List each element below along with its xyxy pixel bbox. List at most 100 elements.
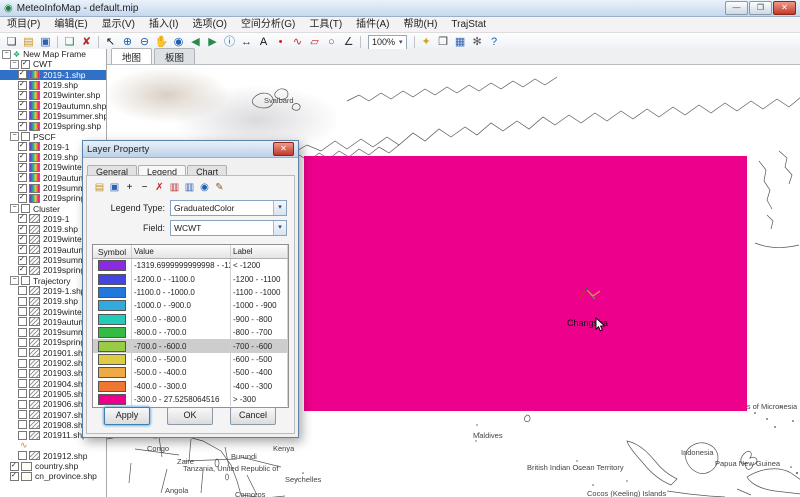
tree-row-country-shp[interactable]: country.shp <box>0 461 106 471</box>
tree-row-cwt[interactable]: −CWT <box>0 59 106 69</box>
layer-checkbox[interactable] <box>18 369 27 378</box>
add-break-icon[interactable]: + <box>122 182 137 193</box>
settings-icon[interactable]: ✻ <box>469 34 486 50</box>
grid-labels-icon[interactable]: ▦ <box>452 34 469 50</box>
layer-checkbox[interactable] <box>10 462 19 471</box>
layer-checkbox[interactable] <box>18 431 27 440</box>
layer-checkbox[interactable] <box>18 317 27 326</box>
cancel-button[interactable]: Cancel <box>230 407 276 425</box>
help-icon[interactable]: ? <box>486 34 503 50</box>
draw-polygon-icon[interactable]: ▱ <box>306 34 323 50</box>
layer-checkbox[interactable] <box>18 111 27 120</box>
minimize-button[interactable]: — <box>725 1 748 15</box>
layer-checkbox[interactable] <box>18 307 27 316</box>
export-palette-icon[interactable]: ▥ <box>182 182 197 193</box>
menu-tools[interactable]: 工具(T) <box>302 17 349 32</box>
save-legend-icon[interactable]: ▣ <box>107 182 122 193</box>
layer-checkbox[interactable] <box>18 245 27 254</box>
tree-row-2019-1-shp[interactable]: 2019-1.shp <box>0 70 106 80</box>
ok-button[interactable]: OK <box>167 407 213 425</box>
layer-checkbox[interactable] <box>18 266 27 275</box>
layer-checkbox[interactable] <box>18 348 27 357</box>
save-project-icon[interactable]: ▣ <box>37 34 54 50</box>
layer-checkbox[interactable] <box>18 400 27 409</box>
identify-icon[interactable]: ⓘ <box>221 34 238 50</box>
dialog-close-button[interactable]: ✕ <box>273 142 294 156</box>
edit-color-icon[interactable]: ✎ <box>212 182 227 193</box>
legend-break-row[interactable]: -300.0 - 27.5258064516> -300 <box>93 393 288 406</box>
menu-insert[interactable]: 插入(I) <box>142 17 185 32</box>
layer-checkbox[interactable] <box>18 163 27 172</box>
measure-angle-icon[interactable]: ∠ <box>340 34 357 50</box>
menu-view[interactable]: 显示(V) <box>95 17 142 32</box>
menu-plugins[interactable]: 插件(A) <box>349 17 396 32</box>
open-legend-icon[interactable]: ▤ <box>92 182 107 193</box>
layer-checkbox[interactable] <box>21 276 30 285</box>
open-project-icon[interactable]: ▤ <box>20 34 37 50</box>
label-text-icon[interactable]: A <box>255 34 272 50</box>
import-palette-icon[interactable]: ▥ <box>167 182 182 193</box>
legend-break-row[interactable]: -800.0 - -700.0-800 - -700 <box>93 326 288 339</box>
layer-checkbox[interactable] <box>18 184 27 193</box>
layer-checkbox[interactable] <box>18 338 27 347</box>
layer-checkbox[interactable] <box>18 420 27 429</box>
delete-break-icon[interactable]: ✗ <box>152 182 167 193</box>
layer-checkbox[interactable] <box>18 410 27 419</box>
tab-map[interactable]: 地图 <box>111 48 152 64</box>
layer-checkbox[interactable] <box>18 101 27 110</box>
layer-checkbox[interactable] <box>18 81 27 90</box>
tab-layout[interactable]: 板图 <box>154 48 195 64</box>
layer-checkbox[interactable] <box>18 122 27 131</box>
menu-spatial-analysis[interactable]: 空间分析(G) <box>234 17 302 32</box>
layer-checkbox[interactable] <box>21 60 30 69</box>
maximize-button[interactable]: ❐ <box>749 1 772 15</box>
legend-break-row[interactable]: -1200.0 - -1100.0-1200 - -1100 <box>93 272 288 285</box>
tree-row-2019-shp[interactable]: 2019.shp <box>0 80 106 90</box>
legend-break-row[interactable]: -1319.6999999999998 - -1200.0< -1200 <box>93 259 288 272</box>
layer-checkbox[interactable] <box>21 132 30 141</box>
draw-polyline-icon[interactable]: ∿ <box>289 34 306 50</box>
legend-break-row[interactable]: -1000.0 - -900.0-1000 - -900 <box>93 299 288 312</box>
menu-project[interactable]: 项目(P) <box>0 17 47 32</box>
legend-col-header-value[interactable]: Value <box>132 245 231 258</box>
draw-point-icon[interactable]: • <box>272 34 289 50</box>
zoom-level-select[interactable]: 100%▾ <box>368 35 407 50</box>
close-button[interactable]: ✕ <box>773 1 796 15</box>
tree-row-new-map-frame[interactable]: −❖New Map Frame <box>0 49 106 59</box>
measure-icon[interactable]: ↔ <box>238 34 255 50</box>
tree-row-2019summer-shp[interactable]: 2019summer.shp <box>0 111 106 121</box>
legend-type-select[interactable]: GraduatedColor <box>170 200 287 216</box>
zoom-next-icon[interactable]: ▶ <box>204 34 221 50</box>
layer-checkbox[interactable] <box>18 256 27 265</box>
layer-checkbox[interactable] <box>18 70 27 79</box>
map-layout-icon[interactable]: ❐ <box>435 34 452 50</box>
layer-checkbox[interactable] <box>18 194 27 203</box>
layer-checkbox[interactable] <box>18 328 27 337</box>
layer-checkbox[interactable] <box>18 379 27 388</box>
tree-symbol-row[interactable]: ∿ <box>0 440 106 450</box>
layer-checkbox[interactable] <box>18 91 27 100</box>
remove-layer-icon[interactable]: ✘ <box>78 34 95 50</box>
layer-checkbox[interactable] <box>18 153 27 162</box>
tree-row-2019autumn-shp[interactable]: 2019autumn.shp <box>0 100 106 110</box>
legend-col-header-symbol[interactable]: Symbol <box>93 245 132 258</box>
field-select[interactable]: WCWT <box>170 220 287 236</box>
layer-checkbox[interactable] <box>18 235 27 244</box>
legend-break-row[interactable]: -500.0 - -400.0-500 - -400 <box>93 366 288 379</box>
add-layer-icon[interactable]: ❑ <box>61 34 78 50</box>
tree-row-2019winter-shp[interactable]: 2019winter.shp <box>0 90 106 100</box>
tree-row-201912-shp[interactable]: 201912.shp <box>0 451 106 461</box>
remove-break-icon[interactable]: − <box>137 182 152 193</box>
legend-break-row[interactable]: -900.0 - -800.0-900 - -800 <box>93 313 288 326</box>
tree-row-2019spring-shp[interactable]: 2019spring.shp <box>0 121 106 131</box>
layer-checkbox[interactable] <box>18 359 27 368</box>
legend-col-header-label[interactable]: Label <box>231 245 288 258</box>
legend-break-row[interactable]: -1100.0 - -1000.0-1100 - -1000 <box>93 286 288 299</box>
layer-checkbox[interactable] <box>21 204 30 213</box>
layer-checkbox[interactable] <box>18 142 27 151</box>
layer-checkbox[interactable] <box>18 173 27 182</box>
layer-checkbox[interactable] <box>18 214 27 223</box>
layer-checkbox[interactable] <box>18 451 27 460</box>
new-project-icon[interactable]: ❏ <box>3 34 20 50</box>
north-arrow-icon[interactable]: ✦ <box>418 34 435 50</box>
